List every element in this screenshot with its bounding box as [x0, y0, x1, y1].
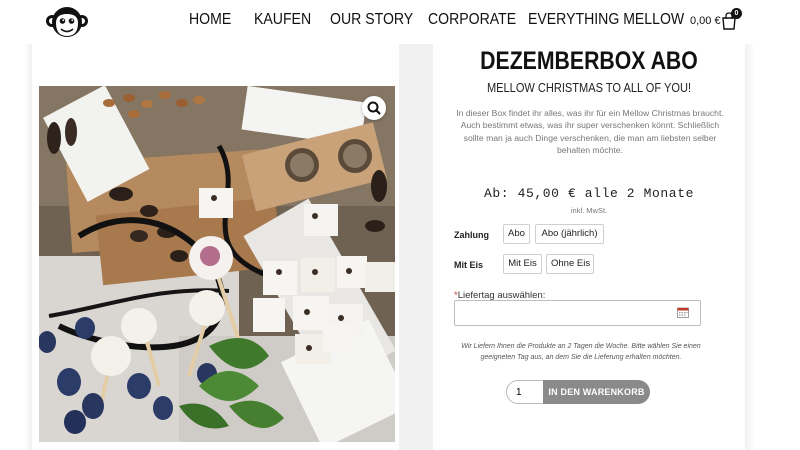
- zahlung-option-abo[interactable]: Abo: [503, 224, 530, 244]
- eis-option-ohne-eis[interactable]: Ohne Eis: [546, 254, 594, 274]
- liefertag-date-input[interactable]: [454, 300, 701, 326]
- site-header: HOME KAUFEN OUR STORY CORPORATE EVERYTHI…: [0, 0, 800, 44]
- zoom-button[interactable]: [362, 96, 386, 120]
- product-photo-illustration: [39, 86, 395, 442]
- product-image[interactable]: [39, 86, 395, 442]
- product-description: In dieser Box findet ihr alles, was ihr …: [456, 108, 724, 155]
- add-to-cart-button[interactable]: IN DEN WARENKORB: [543, 380, 650, 404]
- delivery-note: Wir Liefern Ihnen die Produkte an 2 Tage…: [461, 343, 701, 362]
- cart-count-badge: 0: [731, 8, 742, 19]
- page-shadow-right: [745, 44, 755, 450]
- nav-corporate[interactable]: CORPORATE: [428, 11, 516, 29]
- vat-note: inkl. MwSt.: [570, 206, 608, 215]
- nav-our-story[interactable]: OUR STORY: [330, 11, 413, 29]
- calendar-icon[interactable]: [677, 307, 689, 318]
- product-title: DEZEMBERBOX ABO: [480, 47, 698, 75]
- monkey-logo-icon[interactable]: [44, 5, 90, 39]
- column-gap: [399, 44, 433, 450]
- nav-home[interactable]: HOME: [189, 11, 231, 29]
- page-shadow-left: [24, 44, 32, 450]
- nav-kaufen[interactable]: KAUFEN: [254, 11, 311, 29]
- eis-option-mit-eis[interactable]: Mit Eis: [503, 254, 542, 274]
- eis-label: Mit Eis: [454, 260, 484, 270]
- nav-everything-mellow[interactable]: EVERYTHING MELLOW: [528, 11, 684, 29]
- cart-amount[interactable]: 0,00 €: [690, 15, 721, 27]
- product-subtitle: MELLOW CHRISTMAS TO ALL OF YOU!: [486, 80, 692, 95]
- zahlung-label: Zahlung: [454, 230, 489, 240]
- search-zoom-icon: [367, 101, 381, 115]
- zahlung-option-abo-jaehrlich[interactable]: Abo (jährlich): [535, 224, 604, 244]
- product-price: Ab: 45,00 € alle 2 Monate: [483, 186, 695, 201]
- quantity-input[interactable]: [506, 380, 544, 404]
